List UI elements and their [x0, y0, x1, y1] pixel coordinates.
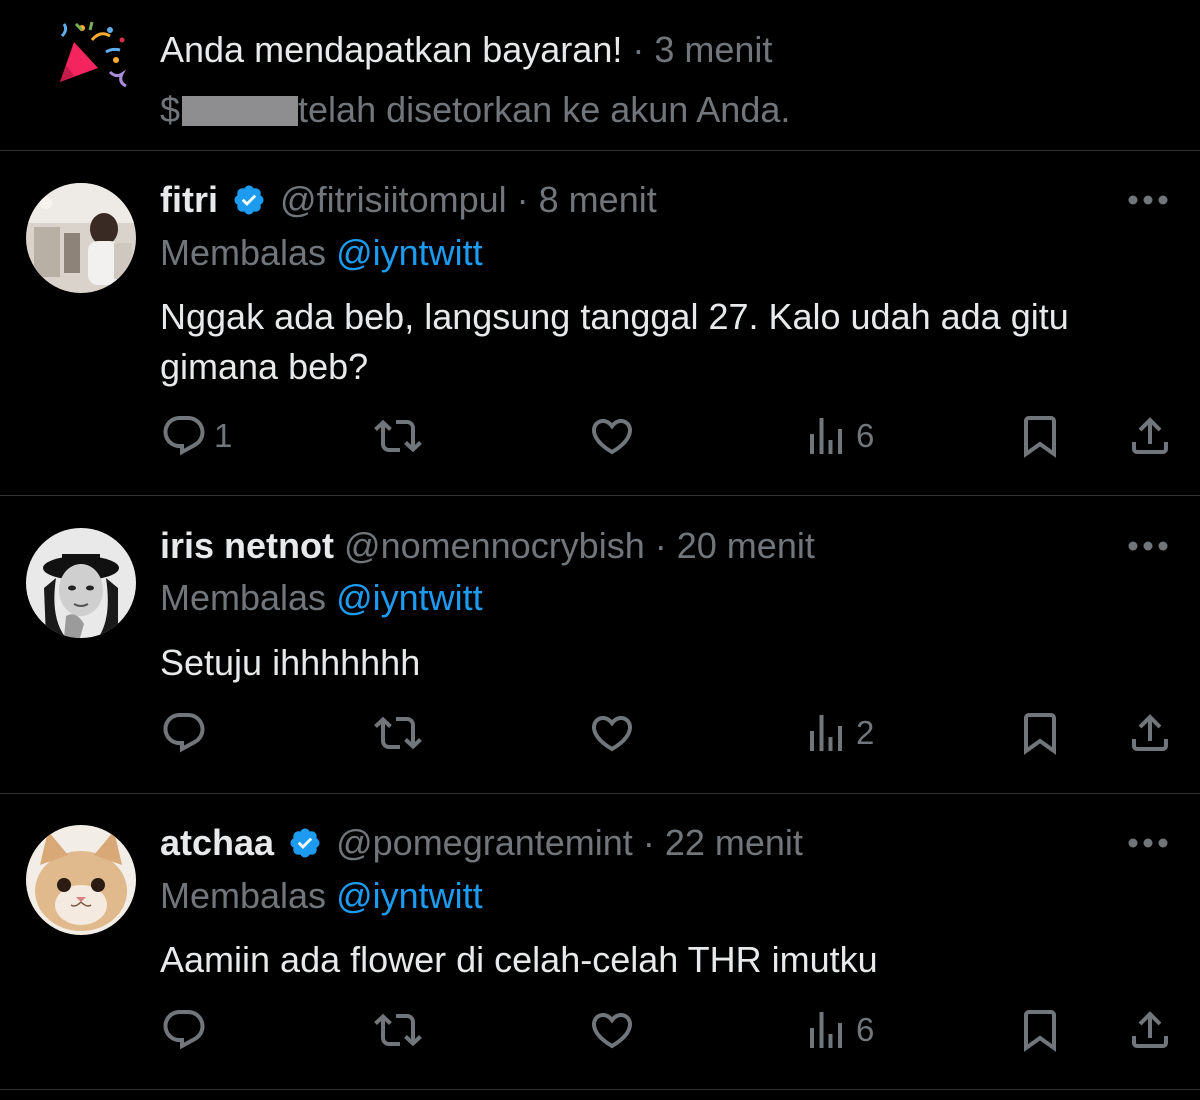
retweet-button[interactable]	[374, 1005, 422, 1055]
tweet-text: Setuju ihhhhhhh	[160, 642, 421, 683]
share-button[interactable]	[1126, 411, 1174, 461]
party-popper-icon	[60, 21, 127, 88]
reply-button[interactable]: 1	[160, 411, 232, 461]
share-button[interactable]	[1126, 708, 1174, 758]
mention-link[interactable]: @iyntwitt	[336, 232, 483, 273]
bookmark-button[interactable]	[1016, 411, 1064, 461]
avatar[interactable]	[26, 528, 136, 638]
tweet-text: Aamiin ada flower di celah-celah THR imu…	[160, 939, 878, 980]
notification-time: 3 menit	[654, 29, 773, 70]
bookmark-icon	[1024, 416, 1056, 458]
heart-icon	[591, 419, 633, 455]
tweet-text: Nggak ada beb, langsung tanggal 27. Kalo…	[160, 296, 1069, 387]
heart-icon	[591, 716, 633, 752]
display-name[interactable]: atchaa	[160, 822, 274, 863]
share-icon	[1132, 417, 1168, 454]
separator: ·	[642, 822, 655, 863]
views-chart-icon	[810, 1012, 842, 1048]
bookmark-button[interactable]	[1016, 708, 1064, 758]
share-icon	[1132, 1011, 1168, 1048]
tweet-time[interactable]: 20 menit	[677, 525, 815, 566]
replying-to: Membalas @iyntwitt	[160, 874, 483, 918]
mention-link[interactable]: @iyntwitt	[336, 875, 483, 916]
replying-to-label: Membalas	[160, 232, 327, 273]
reply-count: 1	[214, 417, 233, 454]
tweet-time[interactable]: 8 menit	[539, 179, 657, 220]
tweet[interactable]: fitri @fitrisiitompul · 8 menit Membalas…	[0, 151, 1200, 496]
avatar[interactable]	[26, 183, 136, 293]
bookmark-icon	[1024, 1010, 1056, 1052]
replying-to: Membalas @iyntwitt	[160, 231, 483, 275]
tweet[interactable]: atchaa @pomegrantemint · 22 menit Membal…	[0, 794, 1200, 1090]
view-count: 6	[856, 417, 875, 454]
views-button[interactable]: 6	[802, 1005, 874, 1055]
more-options-icon[interactable]	[1126, 193, 1170, 207]
redacted-amount	[182, 96, 299, 126]
views-chart-icon	[810, 418, 842, 454]
retweet-button[interactable]	[374, 708, 422, 758]
notification-title: Anda mendapatkan bayaran! · 3 menit	[160, 28, 772, 72]
tweet-header: iris netnot @nomennocrybish · 20 menit	[160, 524, 815, 568]
separator: ·	[632, 29, 645, 70]
replying-to: Membalas @iyntwitt	[160, 576, 483, 620]
retweet-button[interactable]	[374, 411, 422, 461]
notification-body: $ telah disetorkan ke akun Anda.	[160, 88, 790, 132]
tweet-time[interactable]: 22 menit	[665, 822, 803, 863]
user-handle[interactable]: @pomegrantemint	[336, 822, 633, 863]
replying-to-label: Membalas	[160, 577, 327, 618]
retweet-icon	[374, 419, 422, 453]
view-count: 6	[856, 1011, 875, 1048]
reply-icon	[163, 713, 205, 753]
currency-symbol: $	[160, 89, 181, 130]
reply-button[interactable]	[160, 708, 214, 758]
more-options-icon[interactable]	[1126, 539, 1170, 553]
verified-badge-icon	[234, 185, 264, 215]
avatar[interactable]	[26, 825, 136, 935]
display-name[interactable]: iris netnot	[160, 525, 334, 566]
notification-title-text: Anda mendapatkan bayaran!	[160, 29, 623, 70]
like-button[interactable]	[588, 708, 636, 758]
tweet-header: fitri @fitrisiitompul · 8 menit	[160, 178, 657, 222]
tweet-header: atchaa @pomegrantemint · 22 menit	[160, 821, 803, 865]
more-options-icon[interactable]	[1126, 836, 1170, 850]
reply-button[interactable]	[160, 1005, 214, 1055]
separator: ·	[516, 179, 529, 220]
payout-notification[interactable]: Anda mendapatkan bayaran! · 3 menit $ tel…	[0, 0, 1200, 151]
reply-icon	[163, 1010, 205, 1050]
notification-body-text: telah disetorkan ke akun Anda.	[298, 89, 791, 130]
retweet-icon	[374, 716, 422, 750]
replying-to-label: Membalas	[160, 875, 327, 916]
user-handle[interactable]: @fitrisiitompul	[280, 179, 507, 220]
tweet-actions: 6	[0, 1005, 1200, 1055]
retweet-icon	[374, 1013, 422, 1047]
view-count: 2	[856, 714, 875, 751]
like-button[interactable]	[588, 1005, 636, 1055]
bookmark-icon	[1024, 713, 1056, 755]
reply-icon	[163, 416, 205, 456]
user-handle[interactable]: @nomennocrybish	[344, 525, 645, 566]
views-chart-icon	[810, 715, 842, 751]
heart-icon	[591, 1013, 633, 1049]
tweet-actions: 1 6	[0, 411, 1200, 461]
tweet-actions: 2	[0, 708, 1200, 758]
bookmark-button[interactable]	[1016, 1005, 1064, 1055]
share-icon	[1132, 714, 1168, 751]
views-button[interactable]: 2	[802, 708, 874, 758]
verified-badge-icon	[290, 828, 320, 858]
display-name[interactable]: fitri	[160, 179, 218, 220]
separator: ·	[654, 525, 667, 566]
views-button[interactable]: 6	[802, 411, 874, 461]
share-button[interactable]	[1126, 1005, 1174, 1055]
mention-link[interactable]: @iyntwitt	[336, 577, 483, 618]
like-button[interactable]	[588, 411, 636, 461]
tweet[interactable]: iris netnot @nomennocrybish · 20 menit M…	[0, 496, 1200, 794]
